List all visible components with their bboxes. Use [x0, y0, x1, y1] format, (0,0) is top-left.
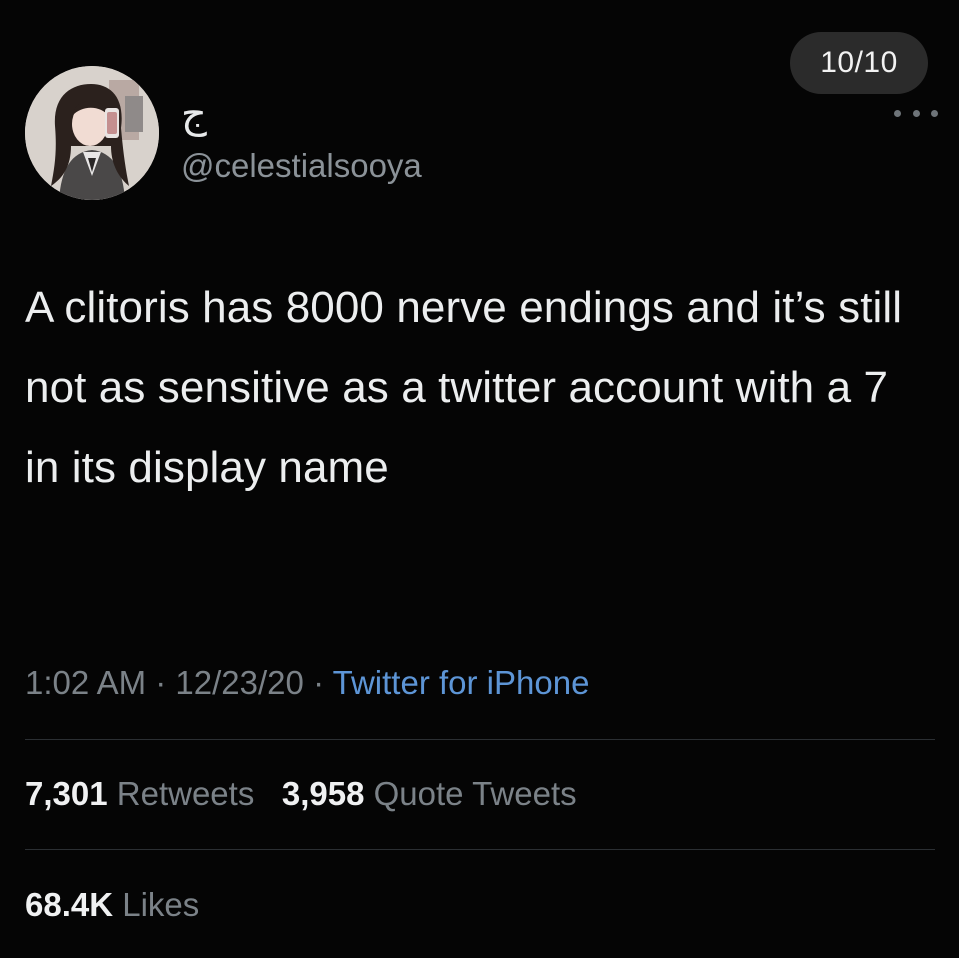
quote-tweets-label: Quote Tweets: [373, 775, 577, 812]
tweet-text: A clitoris has 8000 nerve endings and it…: [25, 283, 903, 492]
quote-tweets-stat[interactable]: 3,958 Quote Tweets: [282, 775, 577, 812]
likes-stat[interactable]: 68.4K Likes: [25, 880, 199, 930]
divider: [25, 849, 935, 850]
divider: [25, 739, 935, 740]
meta-separator: ·: [155, 664, 167, 701]
retweets-stat[interactable]: 7,301 Retweets: [25, 775, 264, 812]
retweets-label: Retweets: [116, 775, 255, 812]
more-dot: [894, 109, 901, 117]
tweet-date: 12/23/20: [175, 664, 304, 701]
likes-count: 68.4K: [25, 886, 114, 923]
likes-label: Likes: [122, 886, 200, 923]
more-dot: [912, 109, 920, 117]
tweet-meta: 1:02 AM · 12/23/20 · Twitter for iPhone: [25, 658, 589, 708]
image-counter: 10/10: [790, 32, 928, 94]
engagement-stats-row: 7,301 Retweets 3,958 Quote Tweets: [25, 769, 577, 819]
image-counter-label: 10/10: [820, 46, 898, 79]
meta-separator: ·: [313, 664, 325, 701]
more-options-icon[interactable]: [894, 106, 938, 120]
avatar-image: [25, 66, 159, 200]
avatar[interactable]: [25, 66, 159, 200]
user-handle[interactable]: @celestialsooya: [181, 146, 422, 186]
tweet-source-link[interactable]: Twitter for iPhone: [333, 664, 590, 701]
retweets-count: 7,301: [25, 775, 108, 812]
tweet-time: 1:02 AM: [25, 664, 147, 701]
quote-tweets-count: 3,958: [281, 775, 365, 812]
display-name[interactable]: ج: [181, 92, 207, 136]
more-dot: [931, 109, 938, 117]
tweet-detail-screen: 10/10 ج @celestialsooya A clitoris has 8…: [0, 0, 959, 958]
